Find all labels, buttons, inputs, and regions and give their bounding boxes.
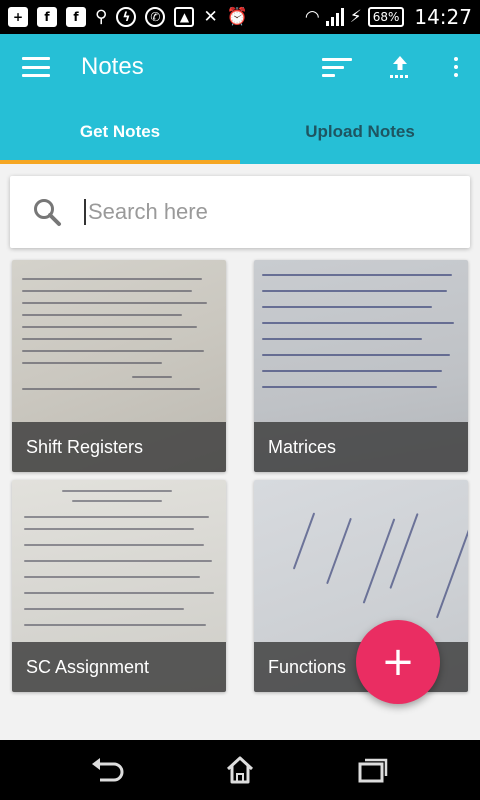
alarm-icon: ⏰	[226, 6, 248, 27]
home-icon[interactable]	[210, 750, 270, 790]
sort-icon[interactable]	[322, 57, 352, 77]
clock: 14:27	[414, 5, 472, 29]
image-icon: ▲	[174, 7, 195, 27]
signal-icon	[325, 8, 344, 26]
whatsapp-icon: ✆	[145, 7, 166, 27]
bluetooth-off-icon: ✕	[203, 6, 218, 27]
status-bar: + f f ⚲ ϟ ✆ ▲ ✕ ⏰ ◠ ⚡ 68% 14:27	[0, 0, 480, 34]
back-icon[interactable]	[77, 750, 137, 790]
recents-icon[interactable]	[343, 750, 403, 790]
note-card-sc-assignment[interactable]: SC Assignment	[12, 480, 226, 692]
usb-icon: ⚲	[95, 6, 108, 27]
note-card-matrices[interactable]: Matrices	[254, 260, 468, 472]
upload-icon[interactable]	[388, 54, 412, 80]
system-nav-bar	[0, 740, 480, 800]
plus-notification-icon: +	[8, 7, 28, 27]
note-title: SC Assignment	[12, 642, 226, 692]
battery-indicator: 68%	[367, 7, 405, 27]
messenger-icon: ϟ	[116, 7, 137, 27]
tab-bar: Get Notes Upload Notes	[0, 100, 480, 164]
more-vert-icon[interactable]	[448, 57, 464, 77]
app-title: Notes	[81, 53, 144, 80]
tab-get-notes-label: Get Notes	[79, 122, 161, 141]
toolbar: Notes	[0, 34, 480, 100]
add-note-fab[interactable]: +	[356, 620, 440, 704]
tab-upload-notes[interactable]: Upload Notes	[240, 100, 480, 164]
tab-upload-notes-label: Upload Notes	[305, 122, 415, 141]
tab-get-notes[interactable]: Get Notes	[0, 100, 240, 164]
wifi-icon: ◠	[304, 6, 320, 27]
note-card-shift-registers[interactable]: Shift Registers	[12, 260, 226, 472]
note-title: Shift Registers	[12, 422, 226, 472]
search-input[interactable]	[84, 199, 424, 225]
facebook-icon: f	[37, 7, 57, 27]
facebook-icon-2: f	[66, 7, 86, 27]
tab-indicator	[0, 160, 240, 164]
hamburger-icon[interactable]	[22, 57, 50, 77]
notification-icons: + f f ⚲ ϟ ✆ ▲ ✕ ⏰	[8, 7, 248, 27]
app-bar: Notes Get Notes Upload Notes	[0, 34, 480, 164]
search-icon	[34, 199, 61, 226]
system-indicators: ◠ ⚡ 68% 14:27	[305, 5, 472, 29]
search-bar	[10, 176, 470, 248]
note-title: Matrices	[254, 422, 468, 472]
toolbar-actions	[322, 54, 464, 80]
charging-icon: ⚡	[349, 6, 362, 27]
